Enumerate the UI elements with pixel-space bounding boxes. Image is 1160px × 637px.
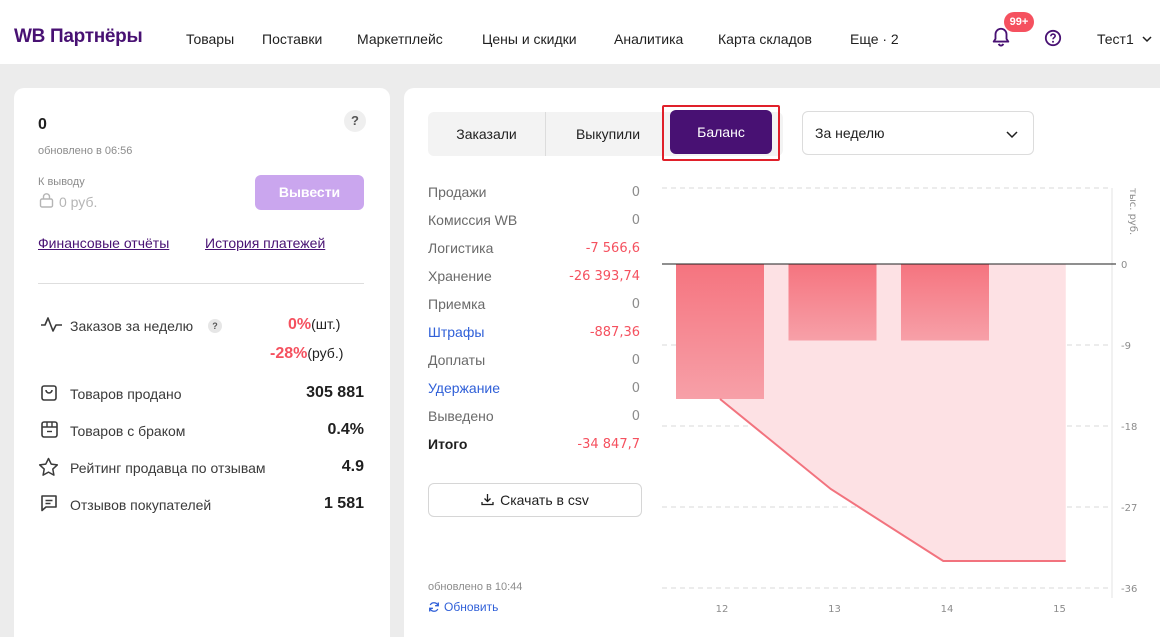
bar-12 bbox=[676, 264, 764, 399]
rating-label: Рейтинг продавца по отзывам bbox=[70, 460, 266, 476]
balance-chart: тыс. руб. 0 -9 -18 -27 -36 12 13 14 15 bbox=[662, 187, 1138, 615]
help-icon[interactable]: ? bbox=[208, 319, 222, 333]
finance-card: Заказали Выкупили Баланс За неделю Прода… bbox=[404, 88, 1160, 637]
nav-more[interactable]: Еще · 2 bbox=[850, 31, 899, 47]
nav-supplies[interactable]: Поставки bbox=[262, 31, 322, 47]
balance-amount: 0 bbox=[38, 116, 47, 133]
bar-14 bbox=[901, 264, 989, 341]
y-tick-label: -27 bbox=[1121, 503, 1137, 514]
brand-logo[interactable]: WB Партнёры bbox=[14, 26, 143, 48]
cumulative-area bbox=[720, 264, 1066, 561]
rating-value: 4.9 bbox=[341, 458, 364, 475]
box-defect-icon bbox=[41, 421, 58, 438]
bag-icon bbox=[41, 385, 57, 401]
user-menu[interactable]: Тест1 bbox=[1097, 31, 1134, 47]
orders-pcs-change: 0%(шт.) bbox=[288, 316, 341, 333]
nav-products[interactable]: Товары bbox=[186, 31, 234, 47]
nav-marketplace[interactable]: Маркетплейс bbox=[357, 31, 443, 47]
help-icon[interactable]: ? bbox=[344, 110, 366, 132]
withdraw-label: К выводу bbox=[38, 176, 85, 188]
chevron-down-icon[interactable] bbox=[1141, 33, 1153, 45]
lock-icon bbox=[39, 193, 54, 208]
bar-13 bbox=[788, 264, 877, 341]
balance-card: 0 обновлено в 06:56 ? К выводу 0 руб. Вы… bbox=[14, 88, 390, 637]
y-tick-label: -36 bbox=[1121, 584, 1137, 595]
x-tick-label: 13 bbox=[828, 604, 841, 615]
star-icon bbox=[38, 457, 59, 476]
withdraw-amount: 0 руб. bbox=[59, 194, 98, 210]
y-tick-label: -18 bbox=[1121, 422, 1137, 433]
financial-reports-link[interactable]: Финансовые отчёты bbox=[38, 235, 169, 251]
orders-week-label: Заказов за неделю bbox=[70, 318, 194, 334]
products-sold-label: Товаров продано bbox=[70, 386, 182, 402]
help-icon[interactable] bbox=[1044, 29, 1062, 47]
chart-ylabel: тыс. руб. bbox=[1127, 188, 1138, 235]
comment-icon bbox=[41, 495, 57, 512]
withdraw-button[interactable]: Вывести bbox=[255, 175, 364, 210]
defective-value: 0.4% bbox=[327, 421, 364, 438]
divider bbox=[38, 283, 364, 284]
reviews-label: Отзывов покупателей bbox=[70, 497, 212, 513]
x-tick-label: 15 bbox=[1053, 604, 1066, 615]
nav-analytics[interactable]: Аналитика bbox=[614, 31, 683, 47]
defective-label: Товаров с браком bbox=[70, 423, 186, 439]
x-tick-label: 14 bbox=[941, 604, 954, 615]
nav-warehouse-map[interactable]: Карта складов bbox=[718, 31, 812, 47]
products-sold-value: 305 881 bbox=[306, 384, 364, 401]
top-navigation: WB Партнёры Товары Поставки Маркетплейс … bbox=[0, 0, 1160, 64]
x-tick-label: 12 bbox=[716, 604, 729, 615]
y-tick-label: -9 bbox=[1121, 341, 1131, 352]
nav-prices[interactable]: Цены и скидки bbox=[482, 31, 577, 47]
notifications-badge: 99+ bbox=[1004, 12, 1034, 32]
payment-history-link[interactable]: История платежей bbox=[205, 235, 325, 251]
orders-rub-change: -28%(руб.) bbox=[270, 345, 344, 362]
reviews-value: 1 581 bbox=[323, 495, 364, 512]
pulse-icon bbox=[41, 317, 62, 332]
y-tick-label: 0 bbox=[1121, 260, 1127, 271]
balance-updated: обновлено в 06:56 bbox=[38, 145, 133, 157]
